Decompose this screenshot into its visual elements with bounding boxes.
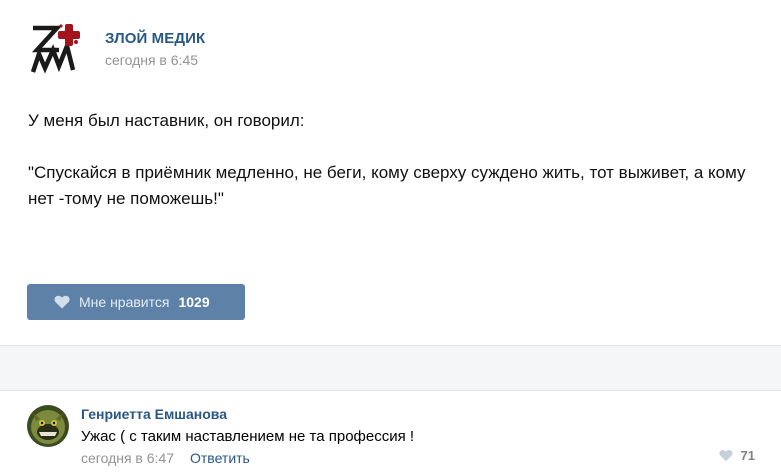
comment-author-name[interactable]: Генриетта Емшанова [81,406,227,422]
divider [0,345,781,391]
reply-button[interactable]: Ответить [190,450,250,466]
comment: Генриетта Емшанова Ужас ( с таким настав… [0,391,781,472]
post-card: ЗЛОЙ МЕДИК сегодня в 6:45 У меня был нас… [0,0,781,345]
comment-like-button[interactable]: 71 [718,448,755,463]
heart-icon [718,449,733,462]
post-author-name[interactable]: ЗЛОЙ МЕДИК [105,30,205,47]
post-text: У меня был наставник, он говорил: "Спуск… [28,108,768,212]
like-count: 1029 [178,294,210,310]
group-avatar[interactable] [27,20,87,78]
hyena-avatar-icon [27,405,69,447]
post-text-quote: "Спускайся в приёмник медленно, не беги,… [28,163,746,208]
comment-like-count: 71 [740,448,755,463]
like-label: Мне нравится [79,294,170,310]
logo-zm-icon [30,24,80,74]
heart-icon [53,294,71,310]
like-button[interactable]: Мне нравится 1029 [27,284,245,320]
avatar[interactable] [27,405,69,447]
post-date[interactable]: сегодня в 6:45 [105,52,198,68]
comment-date[interactable]: сегодня в 6:47 [81,450,174,466]
comment-text: Ужас ( с таким наставлением не та профес… [81,428,415,445]
post-text-line: У меня был наставник, он говорил: [28,111,305,130]
